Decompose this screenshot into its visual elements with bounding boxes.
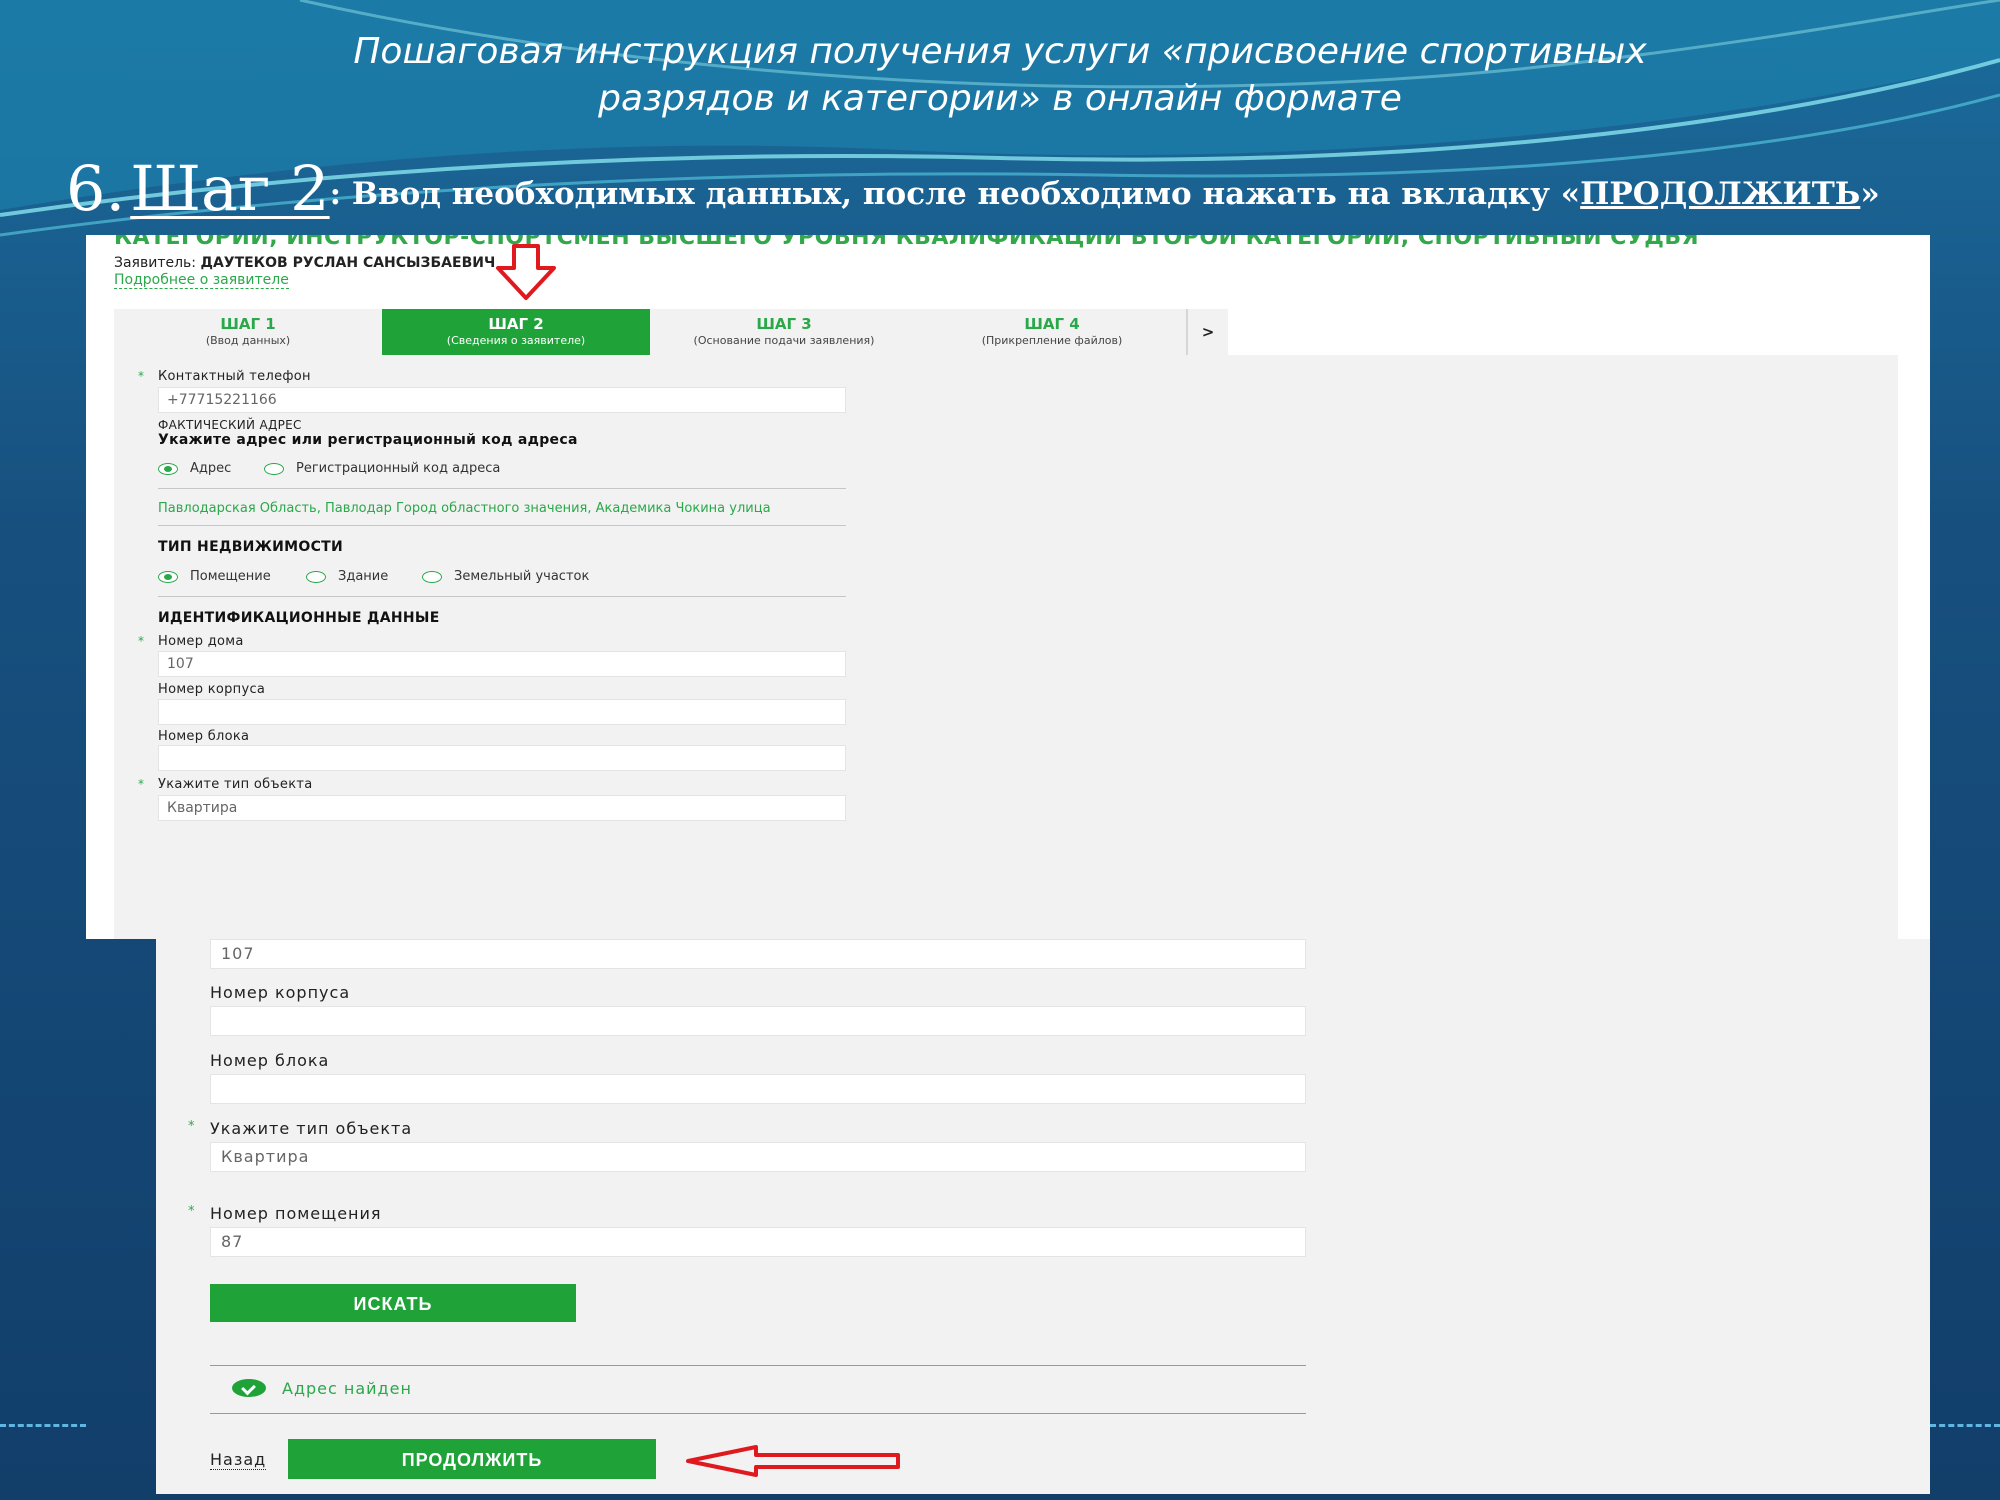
tab-step-1[interactable]: ШАГ 1 (Ввод данных): [114, 309, 382, 355]
tab-label: ШАГ 2: [488, 315, 544, 333]
building-number-label: Номер корпуса: [158, 682, 266, 697]
house-number-input[interactable]: 107: [158, 651, 846, 677]
property-type-title: ТИП НЕДВИЖИМОСТИ: [158, 539, 344, 555]
tab-label: ШАГ 3: [756, 315, 812, 333]
tab-step-4[interactable]: ШАГ 4 (Прикрепление файлов): [918, 309, 1186, 355]
tab-sublabel: (Сведения о заявителе): [446, 334, 586, 347]
block-number-input[interactable]: [158, 745, 846, 771]
step-number: 6.: [66, 152, 126, 225]
back-link[interactable]: Назад: [210, 1450, 267, 1470]
divider: [210, 1413, 1306, 1414]
room-number-label: Номер помещения: [210, 1204, 382, 1223]
selected-address: Павлодарская Область, Павлодар Город обл…: [158, 501, 771, 516]
step-description: : Ввод необходимых данных, после необход…: [330, 176, 1880, 212]
divider: [158, 525, 846, 526]
object-type-select[interactable]: Квартира: [210, 1142, 1306, 1172]
radio-property-room-label: Помещение: [190, 569, 271, 584]
step-heading: 6. Шаг 2: Ввод необходимых данных, после…: [66, 152, 1986, 225]
step-tabs: ШАГ 1 (Ввод данных) ШАГ 2 (Сведения о за…: [114, 309, 1230, 363]
divider: [158, 596, 846, 597]
red-arrow-left-icon: [686, 1445, 900, 1477]
search-button[interactable]: ИСКАТЬ: [210, 1284, 576, 1322]
required-marker: *: [188, 1119, 195, 1134]
required-marker: *: [188, 1204, 195, 1219]
check-circle-icon: [232, 1379, 266, 1397]
dashed-line-left: [0, 1424, 86, 1427]
step-desc-link: ПРОДОЛЖИТЬ: [1580, 176, 1861, 212]
building-number-input[interactable]: [210, 1006, 1306, 1036]
address-prompt: Укажите адрес или регистрационный код ад…: [158, 432, 578, 448]
object-type-select[interactable]: Квартира: [158, 795, 846, 821]
tab-sublabel: (Основание подачи заявления): [693, 334, 875, 347]
object-type-label: Укажите тип объекта: [158, 777, 313, 792]
radio-property-land[interactable]: [422, 571, 442, 583]
divider: [158, 488, 846, 489]
building-number-label: Номер корпуса: [210, 983, 351, 1002]
tab-next-button[interactable]: >: [1186, 309, 1228, 355]
radio-regcode[interactable]: [264, 463, 284, 475]
radio-regcode-label: Регистрационный код адреса: [296, 461, 501, 476]
applicant-name: ДАУТЕКОВ РУСЛАН САНСЫЗБАЕВИЧ: [200, 255, 496, 271]
phone-input[interactable]: +77715221166: [158, 387, 846, 413]
block-number-input[interactable]: [210, 1074, 1306, 1104]
dashed-line-right: [1930, 1424, 2000, 1427]
room-number-input[interactable]: 87: [210, 1227, 1306, 1257]
continue-button[interactable]: ПРОДОЛЖИТЬ: [288, 1439, 656, 1479]
step-desc-after: »: [1860, 176, 1880, 212]
applicant-line: Заявитель: ДАУТЕКОВ РУСЛАН САНСЫЗБАЕВИЧ: [114, 255, 495, 271]
address-found-text: Адрес найден: [282, 1379, 412, 1398]
divider: [210, 1365, 1306, 1366]
slide-title: Пошаговая инструкция получения услуги «п…: [353, 31, 1647, 119]
block-number-label: Номер блока: [158, 729, 250, 744]
tab-label: ШАГ 4: [1024, 315, 1080, 333]
phone-label: Контактный телефон: [158, 369, 311, 384]
screenshot-form-bottom: 107 Номер корпуса Номер блока * Укажите …: [156, 939, 1930, 1494]
applicant-form: * Контактный телефон +77715221166 ФАКТИЧ…: [114, 355, 1898, 939]
step-desc-before: : Ввод необходимых данных, после необход…: [329, 176, 1581, 212]
required-marker: *: [138, 777, 144, 791]
required-marker: *: [138, 634, 144, 648]
tab-sublabel: (Прикрепление файлов): [981, 334, 1123, 347]
actual-address-label: ФАКТИЧЕСКИЙ АДРЕС: [158, 418, 302, 432]
radio-address[interactable]: [158, 463, 178, 475]
radio-address-label: Адрес: [190, 461, 232, 476]
tab-step-2[interactable]: ШАГ 2 (Сведения о заявителе): [382, 309, 650, 363]
building-number-input[interactable]: [158, 699, 846, 725]
applicant-details-link[interactable]: Подробнее о заявителе: [114, 272, 289, 289]
screenshot-form-top: КАТЕГОРИИ, ИНСТРУКТОР-СПОРТСМЕН ВЫСШЕГО …: [86, 235, 1930, 939]
house-number-label: Номер дома: [158, 634, 244, 649]
applicant-label: Заявитель:: [114, 255, 197, 271]
id-data-title: ИДЕНТИФИКАЦИОННЫЕ ДАННЫЕ: [158, 610, 440, 626]
required-marker: *: [138, 369, 144, 383]
red-arrow-down-icon: [496, 244, 556, 300]
radio-property-building[interactable]: [306, 571, 326, 583]
radio-property-building-label: Здание: [338, 569, 389, 584]
radio-property-land-label: Земельный участок: [454, 569, 590, 584]
tab-label: ШАГ 1: [220, 315, 276, 333]
radio-property-room[interactable]: [158, 571, 178, 583]
block-number-label: Номер блока: [210, 1051, 330, 1070]
step-word: Шаг 2: [130, 152, 330, 225]
cut-off-category-text: КАТЕГОРИИ, ИНСТРУКТОР-СПОРТСМЕН ВЫСШЕГО …: [114, 235, 1700, 250]
house-number-input[interactable]: 107: [210, 939, 1306, 969]
tab-step-3[interactable]: ШАГ 3 (Основание подачи заявления): [650, 309, 918, 355]
tab-sublabel: (Ввод данных): [205, 334, 291, 347]
object-type-label: Укажите тип объекта: [210, 1119, 413, 1138]
